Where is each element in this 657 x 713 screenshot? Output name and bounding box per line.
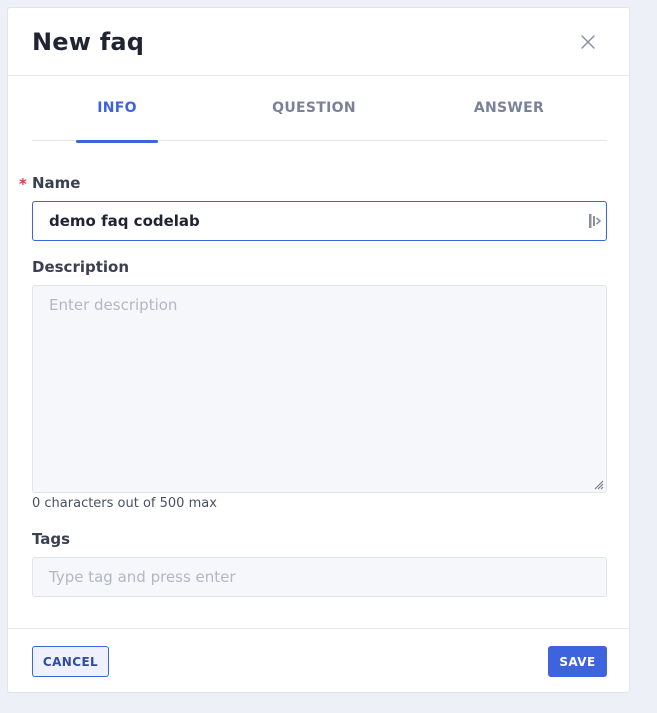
dialog-title: New faq: [32, 28, 145, 56]
name-input-value: demo faq codelab: [49, 212, 200, 230]
name-input[interactable]: demo faq codelab: [32, 201, 607, 241]
description-placeholder: Enter description: [49, 296, 178, 314]
dialog-tabs: INFO QUESTION ANSWER: [32, 100, 607, 143]
password-manager-icon[interactable]: [588, 213, 602, 229]
new-faq-dialog: New faq INFO QUESTION ANSWER * Name demo…: [7, 7, 630, 693]
description-label: Description: [32, 258, 130, 276]
tab-question[interactable]: QUESTION: [254, 100, 374, 141]
resize-grip-icon[interactable]: [592, 478, 604, 490]
tab-answer[interactable]: ANSWER: [464, 100, 554, 141]
dialog-header: New faq: [8, 8, 629, 76]
save-button[interactable]: SAVE: [548, 646, 607, 677]
description-textarea[interactable]: Enter description: [32, 285, 607, 493]
tags-input[interactable]: Type tag and press enter: [32, 557, 607, 597]
close-icon: [581, 35, 595, 49]
tags-placeholder: Type tag and press enter: [49, 568, 236, 586]
tab-info-label: INFO: [97, 100, 137, 116]
dialog-footer: CANCEL SAVE: [8, 628, 629, 692]
close-button[interactable]: [579, 33, 597, 51]
cancel-button[interactable]: CANCEL: [32, 646, 109, 677]
tab-info[interactable]: INFO: [76, 100, 158, 143]
tags-label: Tags: [32, 530, 71, 548]
character-counter: 0 characters out of 500 max: [32, 496, 217, 511]
name-label: Name: [32, 174, 81, 192]
tab-question-label: QUESTION: [272, 100, 356, 116]
required-indicator: *: [19, 175, 27, 193]
tab-answer-label: ANSWER: [473, 100, 545, 116]
